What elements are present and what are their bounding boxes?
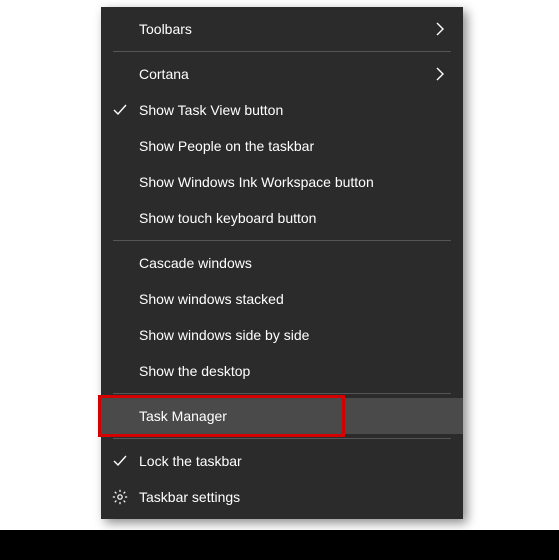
menu-item-taskbar-settings[interactable]: Taskbar settings [101, 479, 463, 515]
menu-item-label: Cascade windows [139, 256, 449, 270]
menu-item-show-people[interactable]: Show People on the taskbar [101, 128, 463, 164]
menu-item-show-ink-workspace[interactable]: Show Windows Ink Workspace button [101, 164, 463, 200]
menu-item-show-windows-stacked[interactable]: Show windows stacked [101, 281, 463, 317]
menu-item-lock-the-taskbar[interactable]: Lock the taskbar [101, 443, 463, 479]
menu-separator [113, 438, 451, 439]
menu-item-cortana[interactable]: Cortana [101, 56, 463, 92]
menu-separator [113, 240, 451, 241]
menu-item-toolbars[interactable]: Toolbars [101, 11, 463, 47]
taskbar-context-menu: Toolbars Cortana Show Task View button S… [101, 7, 463, 519]
menu-item-show-touch-keyboard[interactable]: Show touch keyboard button [101, 200, 463, 236]
menu-item-cascade-windows[interactable]: Cascade windows [101, 245, 463, 281]
menu-item-label: Task Manager [139, 409, 449, 423]
menu-separator [113, 393, 451, 394]
menu-item-label: Show windows stacked [139, 292, 449, 306]
menu-item-label: Show Windows Ink Workspace button [139, 175, 449, 189]
menu-item-label: Show People on the taskbar [139, 139, 449, 153]
menu-item-show-the-desktop[interactable]: Show the desktop [101, 353, 463, 389]
menu-item-label: Show Task View button [139, 103, 449, 117]
menu-item-show-windows-side-by-side[interactable]: Show windows side by side [101, 317, 463, 353]
menu-item-label: Show windows side by side [139, 328, 449, 342]
chevron-right-icon [431, 67, 449, 81]
menu-item-show-task-view[interactable]: Show Task View button [101, 92, 463, 128]
menu-separator [113, 51, 451, 52]
menu-item-task-manager[interactable]: Task Manager [101, 398, 463, 434]
menu-item-label: Toolbars [139, 22, 431, 36]
menu-item-label: Show the desktop [139, 364, 449, 378]
gear-icon [101, 489, 139, 505]
menu-item-label: Cortana [139, 67, 431, 81]
check-icon [101, 453, 139, 469]
menu-item-label: Show touch keyboard button [139, 211, 449, 225]
taskbar-area [0, 530, 559, 560]
menu-item-label: Lock the taskbar [139, 454, 449, 468]
check-icon [101, 102, 139, 118]
menu-item-label: Taskbar settings [139, 490, 449, 504]
chevron-right-icon [431, 22, 449, 36]
